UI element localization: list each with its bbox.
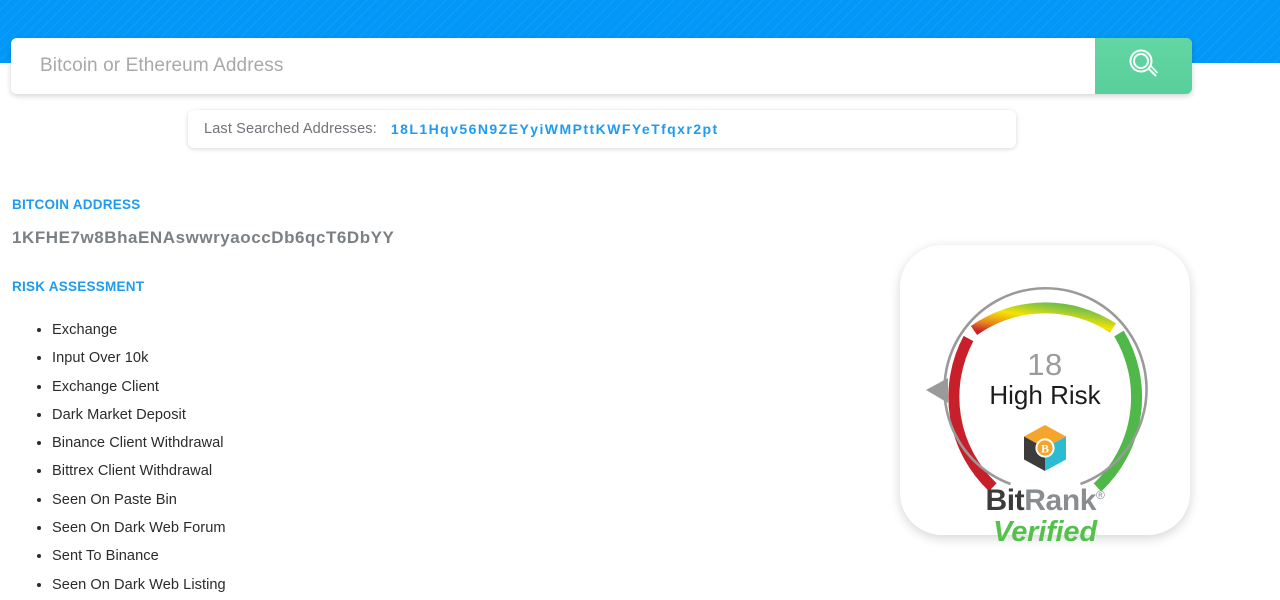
- bitrank-rank: Rank: [1024, 484, 1097, 517]
- bitrank-brand: B BitRank® Verified: [900, 423, 1190, 548]
- risk-item: Seen On Dark Web Forum: [52, 514, 226, 542]
- bitcoin-address-heading: BITCOIN ADDRESS: [12, 197, 141, 212]
- bitrank-wordmark: BitRank®: [900, 479, 1190, 517]
- gauge-arc-gradient: [970, 302, 1116, 336]
- risk-assessment-list: ExchangeInput Over 10kExchange ClientDar…: [12, 316, 226, 599]
- last-searched-bar: Last Searched Addresses: 18L1Hqv56N9ZEYy…: [188, 110, 1016, 148]
- search-icon: [1122, 43, 1166, 90]
- gauge-score-value: 18: [1027, 347, 1063, 382]
- search-input[interactable]: [11, 38, 1095, 94]
- gauge-risk-label: High Risk: [989, 380, 1101, 410]
- bitrank-verified-word: Verified: [993, 516, 1097, 548]
- risk-item: Sent To Binance: [52, 542, 226, 570]
- risk-item: Seen On Paste Bin: [52, 486, 226, 514]
- page-root: Last Searched Addresses: 18L1Hqv56N9ZEYy…: [0, 0, 1280, 600]
- svg-text:B: B: [1041, 442, 1049, 456]
- last-searched-address-link[interactable]: 18L1Hqv56N9ZEYyiWMPttKWFYeTfqxr2pt: [391, 121, 719, 137]
- last-searched-label: Last Searched Addresses:: [204, 121, 377, 137]
- risk-item: Exchange Client: [52, 373, 226, 401]
- search-bar: [11, 38, 1192, 94]
- bitrank-bit: Bit: [985, 484, 1025, 517]
- risk-item: Seen On Dark Web Listing: [52, 571, 226, 599]
- risk-assessment-heading: RISK ASSESSMENT: [12, 279, 145, 294]
- registered-mark-icon: ®: [1096, 488, 1105, 502]
- risk-item: Bittrex Client Withdrawal: [52, 457, 226, 485]
- risk-item: Dark Market Deposit: [52, 401, 226, 429]
- risk-item: Binance Client Withdrawal: [52, 429, 226, 457]
- risk-item: Input Over 10k: [52, 344, 226, 372]
- risk-item: Exchange: [52, 316, 226, 344]
- search-button[interactable]: [1095, 38, 1192, 94]
- bitrank-gauge-card: 18 High Risk B BitRank® Verified: [900, 245, 1190, 548]
- bitrank-cube-icon: B: [900, 423, 1190, 478]
- bitcoin-address-value: 1KFHE7w8BhaENAswwryaoccDb6qcT6DbYY: [12, 228, 395, 247]
